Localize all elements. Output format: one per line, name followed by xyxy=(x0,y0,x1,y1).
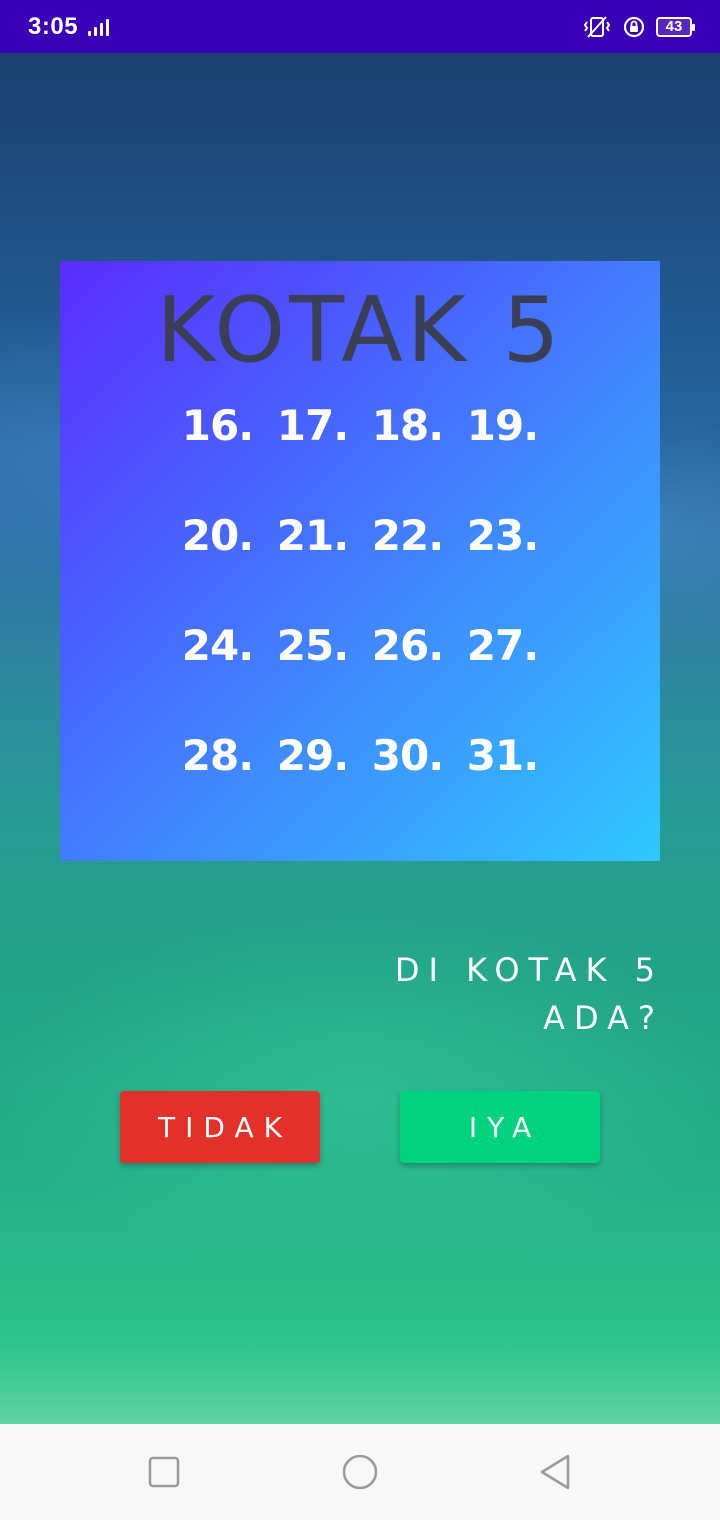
number-item: 28. xyxy=(181,731,254,780)
number-row: 16. 17. 18. 19. xyxy=(170,401,550,511)
rotation-lock-icon xyxy=(623,16,645,37)
recents-icon[interactable] xyxy=(146,1454,182,1490)
number-item: 23. xyxy=(466,511,539,560)
number-grid: 16. 17. 18. 19. 20. 21. 22. 23. 24. 25. … xyxy=(170,401,550,841)
question-text: DI KOTAK 5 ADA? xyxy=(395,946,664,1042)
navigation-bar xyxy=(0,1424,720,1520)
status-bar: 3:05 43 xyxy=(0,0,720,53)
question-line-1: DI KOTAK 5 xyxy=(394,951,664,989)
status-time: 3:05 xyxy=(28,12,79,40)
number-item: 24. xyxy=(181,621,254,670)
vibrate-icon xyxy=(583,15,611,38)
iya-button[interactable]: IYA xyxy=(400,1091,600,1163)
number-item: 30. xyxy=(371,731,444,780)
number-item: 27. xyxy=(466,621,539,670)
tidak-button[interactable]: TIDAK xyxy=(120,1091,320,1163)
home-icon[interactable] xyxy=(342,1454,378,1490)
back-icon[interactable] xyxy=(538,1454,574,1490)
question-line-2: ADA? xyxy=(543,999,664,1037)
number-item: 29. xyxy=(276,731,349,780)
number-item: 16. xyxy=(181,401,254,450)
number-item: 20. xyxy=(181,511,254,560)
status-icons: 43 xyxy=(582,15,695,39)
number-item: 22. xyxy=(371,511,444,560)
battery-icon: 43 xyxy=(656,16,695,37)
app-screen: KOTAK 5 16. 17. 18. 19. 20. 21. 22. 23. … xyxy=(0,53,720,1424)
number-row: 24. 25. 26. 27. xyxy=(170,621,550,731)
signal-icon xyxy=(88,18,110,36)
number-row: 20. 21. 22. 23. xyxy=(170,511,550,621)
number-item: 18. xyxy=(371,401,444,450)
number-item: 31. xyxy=(466,731,539,780)
card-title: KOTAK 5 xyxy=(156,278,564,383)
number-item: 26. xyxy=(371,621,444,670)
number-item: 25. xyxy=(276,621,349,670)
number-item: 19. xyxy=(466,401,539,450)
kotak-card: KOTAK 5 16. 17. 18. 19. 20. 21. 22. 23. … xyxy=(60,261,660,861)
number-row: 28. 29. 30. 31. xyxy=(170,731,550,841)
number-item: 21. xyxy=(276,511,349,560)
number-item: 17. xyxy=(276,401,349,450)
